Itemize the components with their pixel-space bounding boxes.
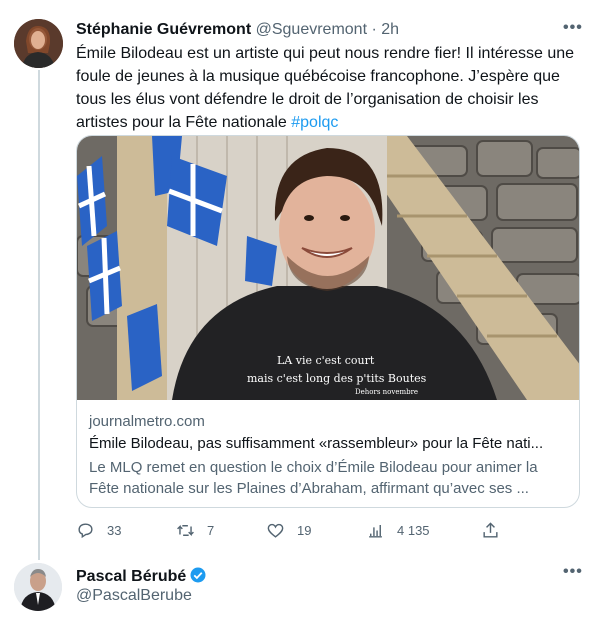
retweet-button[interactable]: 7 — [176, 518, 214, 542]
author-handle[interactable]: @Sguevremont — [256, 21, 367, 38]
more-options-icon[interactable]: ••• — [563, 19, 583, 37]
share-button[interactable] — [481, 518, 500, 542]
reply-count: 33 — [107, 522, 122, 538]
more-options-icon[interactable]: ••• — [563, 563, 583, 581]
like-count: 19 — [297, 522, 312, 538]
views-chart-icon — [369, 524, 382, 538]
card-image: LA vie c'est court mais c'est long des p… — [77, 136, 579, 400]
link-card[interactable]: LA vie c'est court mais c'est long des p… — [76, 135, 580, 508]
share-icon — [483, 521, 498, 538]
separator-dot: · — [371, 21, 377, 38]
like-button[interactable]: 19 — [266, 518, 311, 542]
heart-icon — [267, 523, 284, 538]
verified-badge-icon — [190, 567, 206, 583]
author-handle[interactable]: @PascalBerube — [76, 587, 192, 605]
next-tweet-header: Pascal Bérubé — [76, 566, 207, 587]
avatar[interactable] — [14, 19, 63, 68]
tweet-text: Émile Bilodeau est un artiste qui peut n… — [76, 42, 576, 134]
views-button[interactable]: 4 135 — [366, 518, 430, 542]
retweet-icon — [177, 524, 194, 536]
author-name[interactable]: Stéphanie Guévremont — [76, 21, 251, 38]
tweet-header: Stéphanie Guévremont @Sguevremont · 2h — [76, 19, 399, 41]
shirt-text-1: LA vie c'est court — [277, 354, 375, 367]
retweet-count: 7 — [207, 522, 215, 538]
tweet-time[interactable]: 2h — [381, 21, 399, 38]
tweet-actions: 33 7 19 4 135 — [76, 518, 580, 542]
avatar[interactable] — [14, 563, 62, 611]
reply-icon — [78, 522, 93, 538]
hashtag-link[interactable]: #polqc — [291, 114, 338, 131]
card-description: Le MLQ remet en question le choix d’Émil… — [89, 459, 538, 497]
shirt-text-2: mais c'est long des p'tits Boutes — [247, 372, 427, 385]
shirt-text-3: Dehors novembre — [355, 388, 418, 396]
author-name[interactable]: Pascal Bérubé — [76, 568, 186, 585]
views-count: 4 135 — [397, 522, 430, 538]
avatar-photo — [14, 563, 62, 611]
avatar-photo — [14, 19, 63, 68]
reply-button[interactable]: 33 — [76, 518, 121, 542]
card-title: Émile Bilodeau, pas suffisamment «rassem… — [89, 435, 544, 452]
thread-connector-line — [38, 70, 40, 560]
card-photo: LA vie c'est court mais c'est long des p… — [77, 136, 579, 400]
card-domain: journalmetro.com — [89, 413, 205, 430]
